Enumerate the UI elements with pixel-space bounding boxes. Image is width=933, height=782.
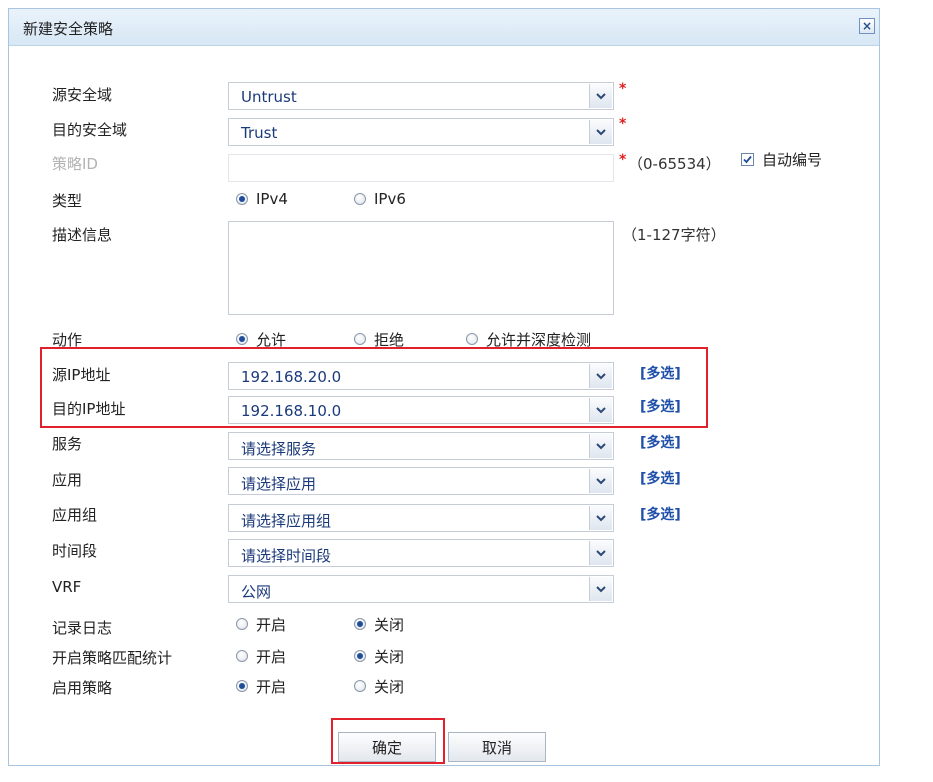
- app-multi-select-link[interactable]: [多选]: [640, 468, 681, 490]
- radio-label: IPv6: [374, 190, 406, 208]
- radio-unselected-icon[interactable]: [354, 333, 366, 345]
- enable-radio-on[interactable]: 开启: [236, 675, 286, 697]
- required-marker: *: [619, 152, 627, 168]
- app-group-value: 请选择应用组: [241, 512, 332, 530]
- enable-label: 启用策略: [52, 679, 113, 697]
- dst-ip-multi-select-link[interactable]: [多选]: [640, 396, 681, 418]
- radio-selected-icon[interactable]: [236, 333, 248, 345]
- policy-id-range-hint: （0-65534）: [628, 155, 721, 173]
- radio-label: 开启: [256, 677, 287, 696]
- radio-selected-icon[interactable]: [354, 618, 366, 630]
- dst-zone-value: Trust: [241, 124, 278, 142]
- dst-zone-label: 目的安全域: [52, 121, 128, 139]
- time-range-value: 请选择时间段: [241, 547, 332, 565]
- ok-button[interactable]: 确定: [338, 732, 436, 762]
- src-zone-value: Untrust: [241, 88, 297, 106]
- radio-label: 拒绝: [374, 330, 405, 349]
- vrf-label: VRF: [52, 578, 82, 596]
- app-group-label: 应用组: [52, 506, 98, 524]
- src-ip-select[interactable]: 192.168.20.0: [228, 362, 614, 390]
- logging-radio-on[interactable]: 开启: [236, 613, 286, 635]
- required-marker: *: [619, 81, 627, 97]
- radio-label: 开启: [256, 647, 287, 666]
- chevron-down-icon[interactable]: [589, 541, 612, 565]
- dst-zone-select[interactable]: Trust: [228, 118, 614, 146]
- src-ip-multi-select-link[interactable]: [多选]: [640, 363, 681, 385]
- chevron-down-icon[interactable]: [589, 84, 612, 108]
- dst-ip-value: 192.168.10.0: [241, 402, 342, 420]
- type-radio-ipv6[interactable]: IPv6: [354, 188, 406, 210]
- action-radio-allow[interactable]: 允许: [236, 328, 286, 350]
- src-zone-select[interactable]: Untrust: [228, 82, 614, 110]
- app-group-multi-select-link[interactable]: [多选]: [640, 504, 681, 526]
- radio-label: 开启: [256, 615, 287, 634]
- vrf-value: 公网: [241, 583, 272, 601]
- radio-unselected-icon[interactable]: [236, 618, 248, 630]
- action-radio-deny[interactable]: 拒绝: [354, 328, 404, 350]
- time-range-select[interactable]: 请选择时间段: [228, 539, 614, 567]
- radio-selected-icon[interactable]: [354, 650, 366, 662]
- chevron-down-icon[interactable]: [589, 469, 612, 493]
- src-zone-label: 源安全域: [52, 86, 113, 104]
- time-range-label: 时间段: [52, 542, 98, 560]
- radio-unselected-icon[interactable]: [354, 193, 366, 205]
- type-label: 类型: [52, 192, 83, 210]
- radio-unselected-icon[interactable]: [354, 680, 366, 692]
- radio-selected-icon[interactable]: [236, 680, 248, 692]
- vrf-select[interactable]: 公网: [228, 575, 614, 603]
- close-icon[interactable]: ×: [859, 18, 875, 34]
- enable-radio-off[interactable]: 关闭: [354, 675, 404, 697]
- radio-label: 关闭: [374, 647, 405, 666]
- stats-radio-on[interactable]: 开启: [236, 645, 286, 667]
- service-select[interactable]: 请选择服务: [228, 432, 614, 460]
- stats-radio-off[interactable]: 关闭: [354, 645, 404, 667]
- dst-ip-select[interactable]: 192.168.10.0: [228, 396, 614, 424]
- src-ip-value: 192.168.20.0: [241, 368, 342, 386]
- chevron-down-icon[interactable]: [589, 120, 612, 144]
- description-label: 描述信息: [52, 226, 113, 244]
- description-textarea[interactable]: [228, 221, 614, 315]
- cancel-button[interactable]: 取消: [448, 732, 546, 762]
- radio-label: 允许: [256, 330, 287, 349]
- chevron-down-icon[interactable]: [589, 434, 612, 458]
- radio-unselected-icon[interactable]: [466, 333, 478, 345]
- logging-radio-off[interactable]: 关闭: [354, 613, 404, 635]
- logging-label: 记录日志: [52, 619, 113, 637]
- app-label: 应用: [52, 471, 83, 489]
- policy-id-label: 策略ID: [52, 155, 98, 173]
- radio-unselected-icon[interactable]: [236, 650, 248, 662]
- checkbox-checked-icon[interactable]: [741, 152, 754, 166]
- radio-label: 关闭: [374, 615, 405, 634]
- type-radio-ipv4[interactable]: IPv4: [236, 188, 288, 210]
- action-radio-allow-deep-inspect[interactable]: 允许并深度检测: [466, 328, 591, 350]
- dst-ip-label: 目的IP地址: [52, 400, 126, 418]
- service-label: 服务: [52, 435, 83, 453]
- radio-label: 关闭: [374, 677, 405, 696]
- radio-selected-icon[interactable]: [236, 193, 248, 205]
- dialog-titlebar: 新建安全策略 ×: [9, 9, 879, 46]
- chevron-down-icon[interactable]: [589, 506, 612, 530]
- stats-label: 开启策略匹配统计: [52, 649, 173, 667]
- auto-number-label: 自动编号: [762, 150, 823, 169]
- chevron-down-icon[interactable]: [589, 398, 612, 422]
- radio-label: IPv4: [256, 190, 288, 208]
- auto-number-toggle[interactable]: 自动编号: [741, 148, 822, 170]
- dialog-title: 新建安全策略: [23, 20, 114, 38]
- src-ip-label: 源IP地址: [52, 366, 111, 384]
- chevron-down-icon[interactable]: [589, 577, 612, 601]
- service-multi-select-link[interactable]: [多选]: [640, 432, 681, 454]
- action-label: 动作: [52, 331, 83, 349]
- app-value: 请选择应用: [241, 475, 317, 493]
- policy-id-input[interactable]: [228, 154, 614, 182]
- service-value: 请选择服务: [241, 440, 317, 458]
- chevron-down-icon[interactable]: [589, 364, 612, 388]
- radio-label: 允许并深度检测: [486, 330, 592, 349]
- required-marker: *: [619, 116, 627, 132]
- app-select[interactable]: 请选择应用: [228, 467, 614, 495]
- app-group-select[interactable]: 请选择应用组: [228, 504, 614, 532]
- description-length-hint: （1-127字符）: [622, 226, 726, 244]
